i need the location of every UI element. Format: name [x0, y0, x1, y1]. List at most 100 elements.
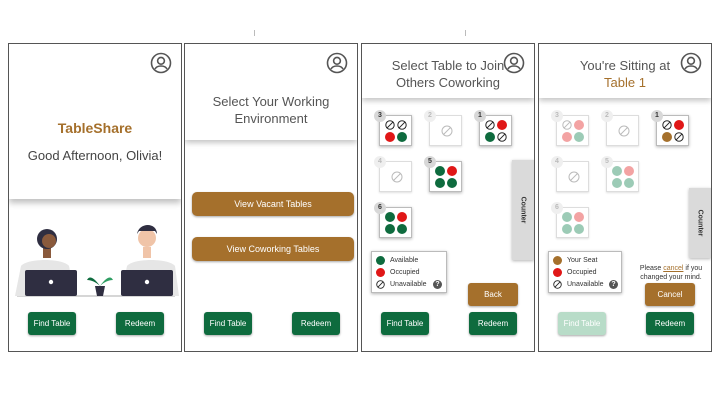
- page-title-line2: Others Coworking: [395, 75, 501, 90]
- table-number: 2: [601, 110, 613, 122]
- legend-your-seat: Your Seat: [553, 255, 598, 266]
- available-seat[interactable]: [397, 224, 407, 234]
- screen-select-environment: Select Your Working Environment View Vac…: [184, 43, 358, 352]
- screen-sitting-confirmation: You're Sitting at Table 1 3 2 1 4 5 6 Co…: [538, 43, 712, 352]
- available-seat[interactable]: [385, 212, 395, 222]
- table-4: 4: [551, 156, 589, 192]
- redeem-button[interactable]: Redeem: [292, 312, 340, 335]
- cancel-link[interactable]: cancel: [663, 265, 683, 272]
- unavailable-seat-icon: [674, 132, 684, 142]
- find-table-button[interactable]: Find Table: [381, 312, 429, 335]
- greeting-card: TableShare Good Afternoon, Olivia!: [9, 44, 181, 199]
- page-header: Select Table to Join Others Coworking: [362, 44, 534, 98]
- occupied-seat: [385, 132, 395, 142]
- find-table-button[interactable]: Find Table: [28, 312, 76, 335]
- table-1[interactable]: 1: [474, 110, 512, 146]
- page-header: You're Sitting at Table 1: [539, 44, 711, 98]
- find-table-button[interactable]: Find Table: [204, 312, 252, 335]
- table-2: 2: [424, 110, 462, 146]
- coworking-illustration: [15, 225, 179, 297]
- unavailable-seat-icon: [497, 132, 507, 142]
- back-button[interactable]: Back: [468, 283, 518, 306]
- legend-occupied: Occupied: [376, 267, 420, 278]
- available-seat: [624, 178, 634, 188]
- table-number: 6: [551, 202, 563, 214]
- unavailable-seat-icon: [485, 120, 495, 130]
- table-number: 4: [374, 156, 386, 168]
- page-title-line1: You're Sitting at: [579, 58, 671, 73]
- table-6: 6: [551, 202, 589, 238]
- occupied-dot: [376, 268, 385, 277]
- help-icon[interactable]: ?: [609, 280, 618, 289]
- page-title-line2: Environment: [234, 111, 308, 126]
- seat-legend: Available Occupied Unavailable ?: [371, 251, 447, 293]
- help-icon[interactable]: ?: [433, 280, 442, 289]
- find-table-button: Find Table: [558, 312, 606, 335]
- available-seat[interactable]: [485, 132, 495, 142]
- view-vacant-tables-button[interactable]: View Vacant Tables: [192, 192, 354, 216]
- counter-label: Counter: [519, 196, 527, 224]
- occupied-seat: [574, 212, 584, 222]
- page-title-line1: Select Table to Join: [391, 58, 505, 73]
- redeem-button[interactable]: Redeem: [116, 312, 164, 335]
- page-title-line1: Select Your Working: [212, 94, 330, 109]
- view-coworking-tables-button[interactable]: View Coworking Tables: [192, 237, 354, 261]
- available-seat: [574, 132, 584, 142]
- table-number: 1: [474, 110, 486, 122]
- table-4: 4: [374, 156, 412, 192]
- table-6[interactable]: 6: [374, 202, 412, 238]
- table-number: 5: [424, 156, 436, 168]
- unavailable-seat-icon: [397, 120, 407, 130]
- screen-home: TableShare Good Afternoon, Olivia! Find …: [8, 43, 182, 352]
- unavailable-table-icon: [618, 125, 630, 137]
- greeting-text: Good Afternoon, Olivia!: [27, 148, 163, 163]
- table-number: 6: [374, 202, 386, 214]
- available-dot: [376, 256, 385, 265]
- unavailable-seat-icon: [662, 120, 672, 130]
- legend-unavailable: Unavailable: [376, 279, 427, 290]
- legend-unavailable: Unavailable: [553, 279, 604, 290]
- your-seat-dot: [553, 256, 562, 265]
- table-number: 3: [374, 110, 386, 122]
- table-3: 3: [551, 110, 589, 146]
- unavailable-seat-icon: [562, 120, 572, 130]
- table-5: 5: [601, 156, 639, 192]
- table-2: 2: [601, 110, 639, 146]
- cancel-button[interactable]: Cancel: [645, 283, 695, 306]
- table-3[interactable]: 3: [374, 110, 412, 146]
- legend-occupied: Occupied: [553, 267, 597, 278]
- divider-tick: [465, 30, 466, 36]
- counter-label: Counter: [696, 209, 704, 237]
- available-seat[interactable]: [397, 132, 407, 142]
- page-title-line2: Table 1: [604, 75, 646, 90]
- occupied-seat: [674, 120, 684, 130]
- occupied-dot: [553, 268, 562, 277]
- unavailable-table-icon: [391, 171, 403, 183]
- profile-icon[interactable]: [326, 52, 348, 74]
- table-number: 4: [551, 156, 563, 168]
- available-seat[interactable]: [447, 178, 457, 188]
- available-seat[interactable]: [435, 166, 445, 176]
- unavailable-table-icon: [568, 171, 580, 183]
- table-number: 1: [651, 110, 663, 122]
- redeem-button[interactable]: Redeem: [646, 312, 694, 335]
- table-number: 5: [601, 156, 613, 168]
- divider-tick: [254, 30, 255, 36]
- unavailable-seat-icon: [376, 280, 385, 289]
- counter-area: Counter: [689, 188, 711, 258]
- table-number: 3: [551, 110, 563, 122]
- redeem-button[interactable]: Redeem: [469, 312, 517, 335]
- available-seat: [612, 166, 622, 176]
- occupied-seat: [562, 132, 572, 142]
- table-1[interactable]: 1: [651, 110, 689, 146]
- unavailable-seat-icon: [385, 120, 395, 130]
- occupied-seat: [397, 212, 407, 222]
- page-header: Select Your Working Environment: [185, 44, 357, 140]
- profile-icon[interactable]: [150, 52, 172, 74]
- table-5[interactable]: 5: [424, 156, 462, 192]
- available-seat[interactable]: [385, 224, 395, 234]
- available-seat: [612, 178, 622, 188]
- available-seat[interactable]: [435, 178, 445, 188]
- occupied-seat: [447, 166, 457, 176]
- legend-available: Available: [376, 255, 418, 266]
